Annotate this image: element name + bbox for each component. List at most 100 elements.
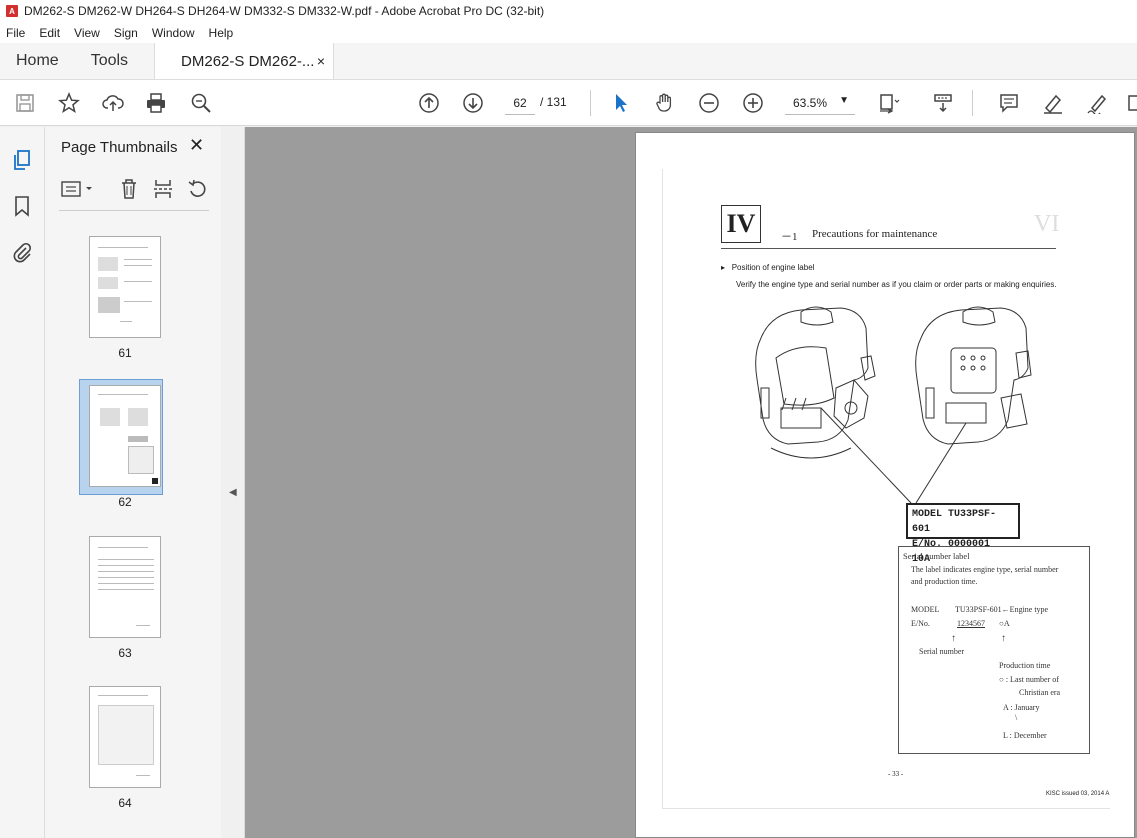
- more-tools-icon[interactable]: [1124, 90, 1137, 116]
- chapter-ghost-numeral: VI: [1034, 211, 1060, 237]
- scroll-mode-icon[interactable]: [930, 90, 956, 116]
- menu-sign[interactable]: Sign: [114, 26, 138, 40]
- serial-box-description-1: The label indicates engine type, serial …: [911, 565, 1059, 574]
- thumbnail-toolbar: [59, 177, 219, 203]
- menu-file[interactable]: File: [6, 26, 25, 40]
- collapse-panel-icon[interactable]: ◀: [229, 487, 237, 498]
- chapter-rule: [721, 248, 1056, 249]
- navigation-rail: [0, 127, 45, 838]
- chevron-down-icon: ▼: [839, 95, 849, 106]
- serial-box-description-2: and production time.: [911, 577, 978, 586]
- thumbnail-image: [89, 686, 161, 788]
- zoom-in-icon[interactable]: [740, 90, 766, 116]
- toolbar-divider: [590, 90, 591, 116]
- model-label: MODEL: [911, 605, 940, 614]
- tab-tools[interactable]: Tools: [75, 43, 144, 79]
- page-fit-icon[interactable]: [876, 90, 902, 116]
- page-total: / 131: [540, 95, 567, 109]
- thumbnail-label: 63: [118, 646, 132, 660]
- thumbnail-label: 64: [118, 796, 132, 810]
- page-thumbnails-icon[interactable]: [11, 149, 33, 171]
- tab-document[interactable]: DM262-S DM262-... ×: [154, 43, 335, 79]
- zoom-out-icon[interactable]: [696, 90, 722, 116]
- engine-illustration: [755, 306, 1032, 504]
- highlight-pen-icon[interactable]: [1040, 90, 1066, 116]
- thumbnail-page-62[interactable]: 62: [79, 379, 165, 509]
- eno-suffix: ○A: [999, 619, 1010, 628]
- page-number-input[interactable]: 62: [505, 91, 535, 115]
- thumbnail-options-menu[interactable]: [61, 177, 95, 201]
- chapter-section-number: －1: [781, 231, 798, 243]
- chapter-title: Precautions for maintenance: [812, 228, 938, 240]
- previous-page-icon[interactable]: [416, 90, 442, 116]
- close-panel-icon[interactable]: ✕: [189, 135, 204, 156]
- chapter-numeral: IV: [721, 205, 761, 243]
- bookmarks-icon[interactable]: [11, 195, 33, 217]
- bookmark-star-icon[interactable]: [56, 90, 82, 116]
- panel-title: Page Thumbnails: [61, 139, 178, 156]
- menu-help[interactable]: Help: [209, 26, 234, 40]
- tab-close-icon[interactable]: ×: [317, 53, 325, 69]
- range-tilde: \: [1015, 713, 1018, 722]
- menu-window[interactable]: Window: [152, 26, 195, 40]
- arrow-up-icon: ↑: [951, 633, 956, 644]
- arrow-up-icon: ↑: [1001, 633, 1006, 644]
- model-value: TU33PSF-601←Engine type: [955, 605, 1049, 614]
- engine-label-plate: MODEL TU33PSF-601 E/No. 0000001 10A: [906, 503, 1020, 565]
- section-heading-text: Position of engine label: [731, 263, 815, 272]
- pdf-page: IV －1 Precautions for maintenance VI ▸ P…: [635, 132, 1135, 838]
- serial-number-label-box: Serial number label The label indicates …: [898, 546, 1090, 754]
- comment-icon[interactable]: [996, 90, 1022, 116]
- serial-box-title: Serial number label: [903, 551, 970, 561]
- serial-number-caption: Serial number: [919, 647, 965, 656]
- document-view[interactable]: IV －1 Precautions for maintenance VI ▸ P…: [245, 127, 1137, 838]
- printed-page-number: - 33 -: [888, 770, 904, 778]
- menu-view[interactable]: View: [74, 26, 100, 40]
- plate-model-line: MODEL TU33PSF-601: [912, 509, 997, 535]
- circle-meaning: ○ : Last number of: [999, 675, 1059, 684]
- section-description: Verify the engine type and serial number…: [736, 280, 1057, 289]
- title-bar: A DM262-S DM262-W DH264-S DH264-W DM332-…: [0, 0, 1137, 22]
- section-heading: ▸ Position of engine label: [721, 263, 815, 272]
- insert-pages-icon[interactable]: [153, 177, 173, 201]
- sign-pen-icon[interactable]: [1084, 90, 1110, 116]
- menu-edit[interactable]: Edit: [39, 26, 60, 40]
- l-meaning: L : December: [1003, 731, 1047, 740]
- print-icon[interactable]: [143, 90, 169, 116]
- tab-bar: Home Tools DM262-S DM262-... ×: [0, 43, 1137, 80]
- zoom-search-icon[interactable]: [188, 90, 214, 116]
- thumbnail-page-63[interactable]: 63: [85, 536, 165, 660]
- cloud-upload-icon[interactable]: [100, 90, 126, 116]
- panel-collapse-strip: ◀: [221, 127, 245, 838]
- eno-label: E/No.: [911, 619, 930, 628]
- select-cursor-icon[interactable]: [608, 90, 634, 116]
- thumbnail-image: [89, 236, 161, 338]
- delete-pages-icon[interactable]: [119, 177, 139, 201]
- a-meaning: A : January: [1003, 703, 1040, 712]
- zoom-level-value: 63.5%: [793, 95, 828, 110]
- zoom-level-select[interactable]: 63.5% ▼: [785, 91, 855, 115]
- thumbnail-page-61[interactable]: 61: [85, 236, 165, 360]
- thumbnail-image: [89, 385, 161, 487]
- production-time-caption: Production time: [999, 661, 1051, 670]
- thumbnail-label: 61: [118, 346, 132, 360]
- window-title: DM262-S DM262-W DH264-S DH264-W DM332-S …: [24, 4, 545, 18]
- toolbar-divider: [972, 90, 973, 116]
- options-list-icon: [61, 181, 92, 197]
- save-icon[interactable]: [12, 90, 38, 116]
- issue-footer: KISC issued 03, 2014 A: [1046, 791, 1110, 797]
- menu-bar: File Edit View Sign Window Help: [0, 22, 1137, 43]
- hand-tool-icon[interactable]: [652, 90, 678, 116]
- panel-divider: [59, 210, 209, 211]
- thumbnails-panel: Page Thumbnails ✕ 61 62 63 64: [45, 127, 265, 838]
- attachments-paperclip-icon[interactable]: [11, 241, 33, 263]
- main-toolbar: 62 / 131 63.5% ▼: [0, 80, 1137, 126]
- thumbnail-page-64[interactable]: 64: [85, 686, 165, 810]
- thumbnail-label: 62: [118, 495, 132, 509]
- eno-value: 1234567: [957, 619, 985, 628]
- tab-home[interactable]: Home: [0, 43, 75, 79]
- next-page-icon[interactable]: [460, 90, 486, 116]
- acrobat-app-icon: A: [6, 5, 18, 17]
- thumbnail-image: [89, 536, 161, 638]
- rotate-pages-icon[interactable]: [187, 177, 209, 201]
